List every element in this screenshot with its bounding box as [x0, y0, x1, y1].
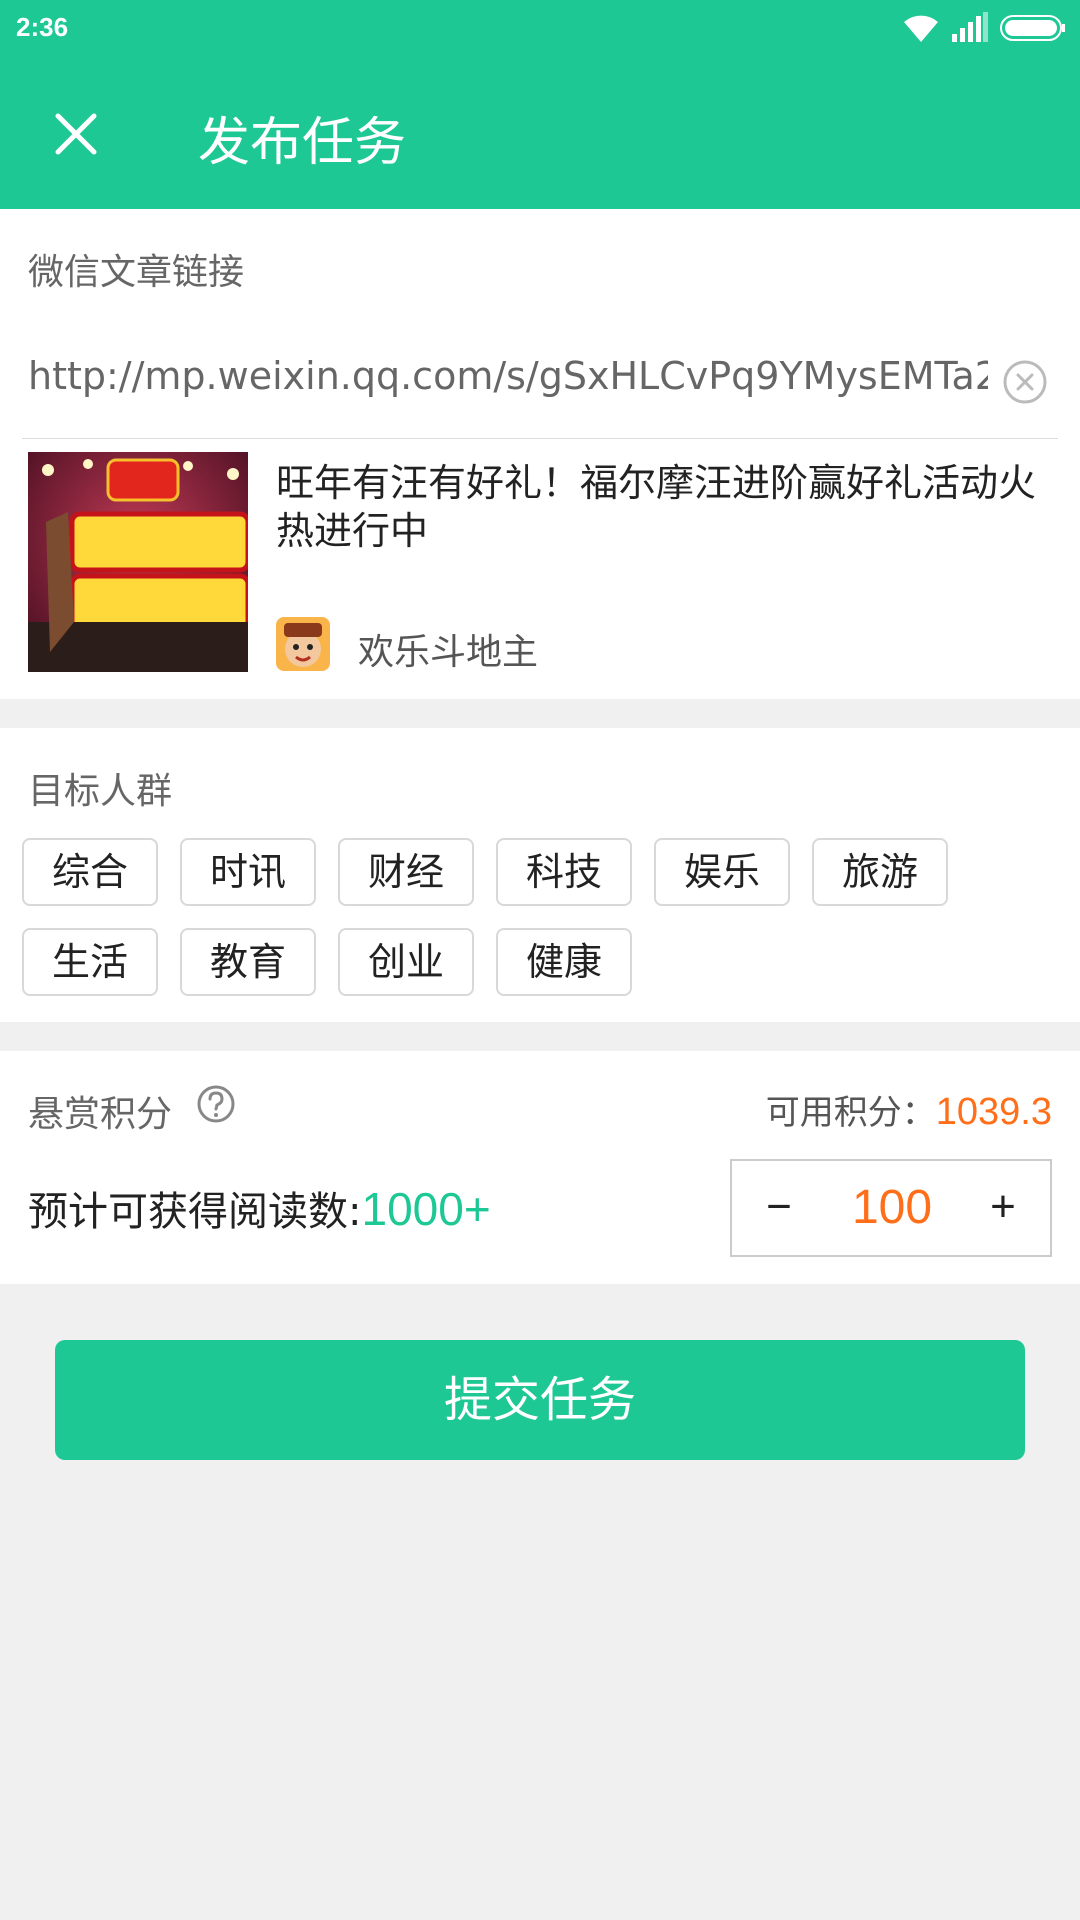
status-time: 2:36	[16, 12, 69, 42]
top-toolbar: 发布任务	[0, 56, 1080, 209]
article-thumbnail	[28, 452, 248, 672]
target-audience-section: 目标人群 综合 时讯 财经 科技 娱乐 旅游 生活 教育 创业 健康	[0, 728, 1080, 1022]
battery-icon	[1000, 15, 1065, 41]
audience-tag[interactable]: 旅游	[812, 838, 948, 906]
article-source-name: 欢乐斗地主	[358, 632, 539, 673]
reward-points-stepper: − 100 +	[730, 1159, 1052, 1257]
wifi-icon	[904, 15, 938, 42]
audience-tag[interactable]: 创业	[338, 928, 474, 996]
signal-icon	[952, 12, 988, 42]
decrement-button[interactable]: −	[732, 1161, 826, 1255]
estimated-reads-label: 预计可获得阅读数:	[28, 1189, 362, 1235]
reward-points-label: 悬赏积分	[28, 1094, 173, 1135]
help-circle-icon[interactable]	[196, 1084, 236, 1124]
available-points: 可用积分：1039.3	[766, 1085, 1052, 1134]
clear-circle-icon[interactable]	[1002, 359, 1048, 405]
audience-tag[interactable]: 科技	[496, 838, 632, 906]
reward-points-input[interactable]: 100	[826, 1161, 958, 1255]
available-points-value: 1039.3	[935, 1091, 1052, 1133]
status-bar: 2:36	[0, 0, 1080, 56]
article-link-label: 微信文章链接	[28, 252, 245, 293]
estimated-reads-value: 1000+	[361, 1183, 491, 1235]
reward-points-section: 悬赏积分 可用积分：1039.3 预计可获得阅读数:1000+ − 100 +	[0, 1051, 1080, 1284]
close-icon[interactable]	[48, 106, 104, 162]
audience-tag[interactable]: 娱乐	[654, 838, 790, 906]
audience-tag[interactable]: 财经	[338, 838, 474, 906]
audience-tag[interactable]: 健康	[496, 928, 632, 996]
article-link-section: 微信文章链接 http://mp.weixin.qq.com/s/gSxHLCv…	[0, 209, 1080, 699]
available-points-label: 可用积分：	[765, 1093, 936, 1133]
estimated-reads: 预计可获得阅读数:1000+	[28, 1179, 491, 1237]
audience-tag[interactable]: 时讯	[180, 838, 316, 906]
audience-tag[interactable]: 教育	[180, 928, 316, 996]
page-title: 发布任务	[198, 113, 407, 173]
submit-task-button[interactable]: 提交任务	[55, 1340, 1025, 1460]
audience-tag[interactable]: 生活	[22, 928, 158, 996]
increment-button[interactable]: +	[956, 1161, 1050, 1255]
article-title: 旺年有汪有好礼！福尔摩汪进阶赢好礼活动火热进行中	[276, 461, 1037, 553]
url-input-row: http://mp.weixin.qq.com/s/gSxHLCvPq9YMys…	[22, 329, 1058, 439]
url-input[interactable]: http://mp.weixin.qq.com/s/gSxHLCvPq9YMys…	[28, 354, 988, 414]
target-audience-label: 目标人群	[28, 771, 173, 812]
source-avatar-icon	[276, 617, 330, 671]
audience-tag[interactable]: 综合	[22, 838, 158, 906]
